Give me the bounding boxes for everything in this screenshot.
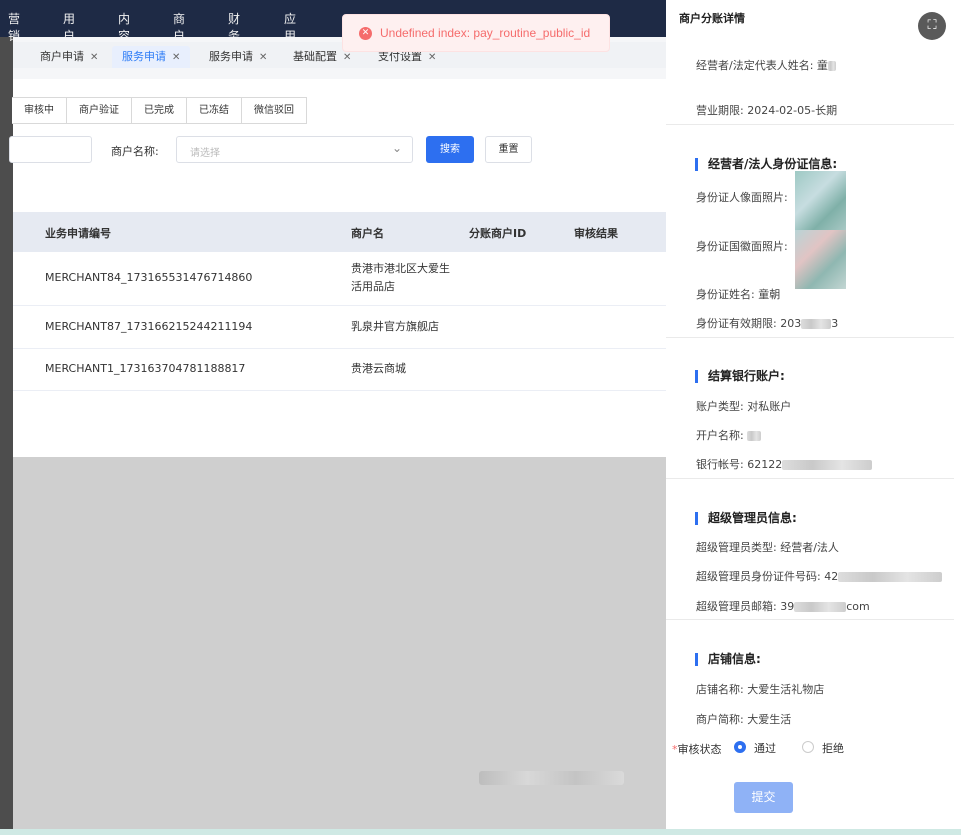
section-bank-account: 结算银行账户:	[695, 370, 785, 383]
redacted-text	[801, 319, 832, 329]
bank-no-label: 银行帐号: 62122	[696, 458, 783, 471]
close-icon[interactable]: ✕	[172, 52, 180, 63]
redacted-text	[479, 771, 624, 785]
table-panel: 业务申请编号 商户名 分账商户ID 审核结果 MERCHANT84_173165…	[13, 193, 666, 457]
row-apply-id: MERCHANT87_173166215244211194	[45, 320, 253, 333]
radio-reject-label[interactable]: 拒绝	[822, 740, 844, 756]
radio-pass-label[interactable]: 通过	[754, 740, 776, 756]
tab-label: 服务申请	[209, 50, 253, 63]
review-status-label: *审核状态	[672, 741, 722, 757]
redacted-text	[838, 572, 943, 582]
row-apply-id: MERCHANT84_173165531476714860	[45, 271, 253, 284]
table-row[interactable]: MERCHANT87_173166215244211194 乳泉井官方旗舰店	[13, 306, 666, 349]
row-merchant-name: 贵港云商城	[351, 362, 406, 375]
tab-service-apply-active[interactable]: 服务申请 ✕	[112, 46, 191, 68]
error-toast: ✕ Undefined index: pay_routine_public_id	[342, 14, 610, 52]
legal-rep-value: 童	[816, 59, 828, 72]
redacted-text	[747, 431, 762, 441]
divider	[666, 478, 954, 479]
table-row[interactable]: MERCHANT84_173165531476714860 贵港市港北区大爱生 …	[13, 252, 666, 306]
id-valid-label: 身份证有效期限: 203	[696, 317, 802, 330]
admin-type-row: 超级管理员类型: 经营者/法人	[696, 541, 839, 554]
account-name-row: 开户名称:	[696, 427, 762, 443]
divider	[666, 619, 954, 620]
tab-service-apply[interactable]: 服务申请 ✕	[209, 46, 267, 68]
admin-email-prefix: 超级管理员邮箱: 39	[696, 600, 795, 613]
row-apply-id: MERCHANT1_173163704781188817	[45, 362, 246, 375]
search-row: 商户名称: 请选择 ⌄ 搜索 重置	[9, 136, 666, 163]
close-icon[interactable]: ✕	[428, 52, 436, 63]
col-review-result: 审核结果	[574, 227, 618, 240]
id-front-photo[interactable]	[795, 171, 846, 230]
submit-button[interactable]: 提交	[734, 782, 793, 813]
close-icon[interactable]: ✕	[90, 52, 98, 63]
close-icon[interactable]: ✕	[343, 52, 351, 63]
close-icon[interactable]: ✕	[259, 52, 267, 63]
business-term-row: 营业期限: 2024-02-05-长期	[696, 104, 838, 117]
tab-label: 基础配置	[293, 50, 337, 63]
col-apply-id: 业务申请编号	[45, 227, 111, 240]
tab-merchant-apply[interactable]: 商户申请 ✕	[40, 46, 98, 68]
section-admin-info: 超级管理员信息:	[695, 512, 797, 525]
tab-label: 服务申请	[122, 50, 166, 63]
tab-label: 商户申请	[40, 50, 84, 63]
redacted-text	[794, 602, 847, 612]
main-content: 商户申请 ✕ 服务申请 ✕ 服务申请 ✕ 基础配置 ✕ 支付设置 ✕ 审核中 商户验证 已…	[9, 37, 666, 835]
keyword-input[interactable]	[9, 136, 92, 163]
table-row[interactable]: MERCHANT1_173163704781188817 贵港云商城	[13, 349, 666, 391]
section-shop-info: 店铺信息:	[695, 653, 761, 666]
legal-rep-row: 经营者/法定代表人姓名: 童	[696, 57, 836, 73]
select-placeholder: 请选择	[190, 148, 220, 159]
drawer-title: 商户分账详情	[679, 12, 745, 25]
status-frozen-button[interactable]: 已冻结	[186, 97, 242, 124]
legal-rep-label: 经营者/法定代表人姓名:	[696, 59, 814, 72]
review-label-text: 审核状态	[677, 743, 722, 756]
shop-name-row: 店铺名称: 大爱生活礼物店	[696, 683, 825, 696]
status-done-button[interactable]: 已完成	[131, 97, 187, 124]
status-reviewing-button[interactable]: 审核中	[12, 97, 67, 124]
account-name-label: 开户名称:	[696, 429, 744, 442]
redacted-text	[782, 460, 873, 470]
admin-email-row: 超级管理员邮箱: 39 com	[696, 598, 870, 614]
id-valid-tail: 3	[831, 317, 839, 330]
redacted-text	[827, 61, 836, 71]
row-merchant-name: 贵港市港北区大爱生	[351, 262, 450, 275]
admin-email-suffix: com	[846, 600, 870, 613]
chevron-down-icon: ⌄	[391, 141, 402, 155]
divider	[666, 337, 954, 338]
id-front-label: 身份证人像面照片:	[696, 191, 788, 204]
account-type-row: 账户类型: 对私账户	[696, 400, 792, 413]
reset-button[interactable]: 重置	[485, 136, 532, 163]
error-message: Undefined index: pay_routine_public_id	[380, 26, 591, 40]
bank-no-row: 银行帐号: 62122	[696, 456, 873, 472]
status-filter-group: 审核中 商户验证 已完成 已冻结 微信驳回	[12, 97, 307, 124]
close-circle-icon: ✕	[359, 27, 372, 40]
table-header: 业务申请编号 商户名 分账商户ID 审核结果	[13, 212, 666, 252]
divider	[666, 124, 954, 125]
admin-id-row: 超级管理员身份证件号码: 42	[696, 568, 943, 584]
col-split-merchant-id: 分账商户ID	[469, 227, 527, 240]
bottom-strip	[0, 829, 961, 835]
merchant-select[interactable]: 请选择 ⌄	[176, 136, 413, 163]
id-back-photo[interactable]	[795, 230, 846, 289]
shop-short-row: 商户简称: 大爱生活	[696, 713, 792, 726]
fullscreen-icon[interactable]: ⛶	[918, 12, 946, 40]
id-valid-row: 身份证有效期限: 203 3	[696, 315, 838, 331]
detail-drawer: 商户分账详情 ⛶ 经营者/法定代表人姓名: 童 营业期限: 2024-02-05…	[666, 0, 961, 835]
status-verify-button[interactable]: 商户验证	[66, 97, 132, 124]
admin-id-label: 超级管理员身份证件号码: 42	[696, 570, 839, 583]
row-merchant-name: 乳泉井官方旗舰店	[351, 320, 439, 333]
row-merchant-name-cont: 活用品店	[351, 280, 395, 293]
section-id-info: 经营者/法人身份证信息:	[695, 158, 837, 171]
search-button[interactable]: 搜索	[426, 136, 474, 163]
merchant-name-label: 商户名称:	[111, 145, 159, 158]
status-wechat-rejected-button[interactable]: 微信驳回	[241, 97, 307, 124]
col-merchant-name: 商户名	[351, 227, 384, 240]
radio-pass[interactable]	[734, 741, 746, 753]
id-name-row: 身份证姓名: 童朝	[696, 288, 781, 301]
id-back-label: 身份证国徽面照片:	[696, 240, 788, 253]
radio-reject[interactable]	[802, 741, 814, 753]
